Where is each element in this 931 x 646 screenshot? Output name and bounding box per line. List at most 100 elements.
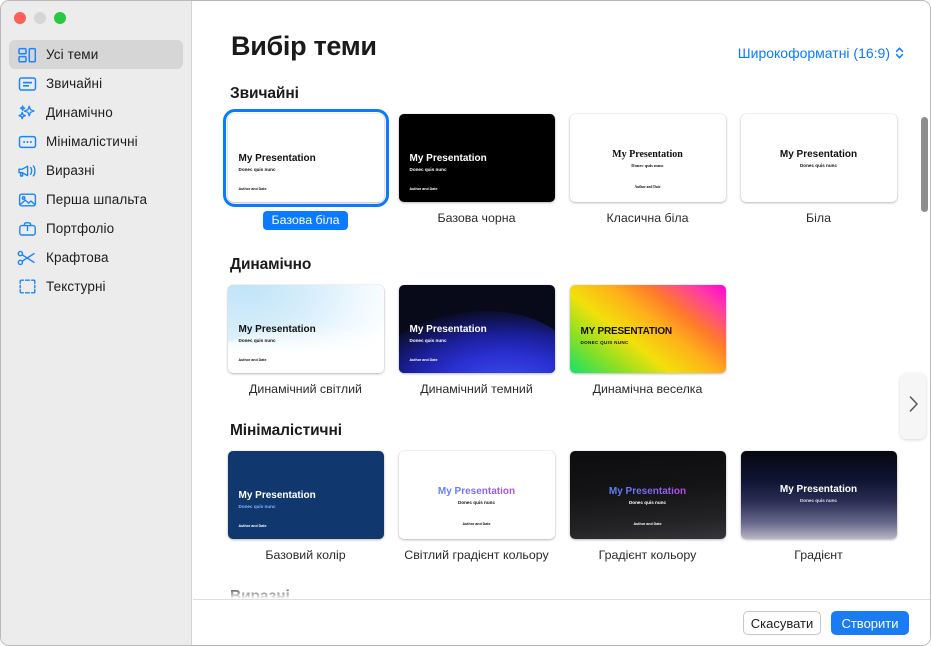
section-title: Звичайні [230,85,299,102]
theme-cell[interactable]: My Presentation Donec quis nunc Author a… [391,114,562,230]
sidebar-item-minimal[interactable]: Мінімалістичні [9,127,183,156]
megaphone-icon [17,161,37,181]
theme-cell[interactable]: My Presentation Donec quis nunc Author a… [562,451,733,562]
sidebar-item-all-themes[interactable]: Усі теми [9,40,183,69]
slide-preview: My Presentation Donec quis nunc Author a… [227,114,384,202]
slide-preview: My Presentation Donec quis nunc Author a… [569,114,726,202]
slide-author: Author and Date [633,522,662,526]
main-panel: Вибір теми Широкоформатні (16:9) Звичайн… [193,1,930,645]
sidebar-item-textured[interactable]: Текстурні [9,272,183,301]
slide-subtitle: Donec quis nunc [457,500,495,505]
theme-label: Класична біла [606,211,689,225]
theme-thumbnail[interactable]: My Presentation Donec quis nunc [740,114,897,202]
theme-thumbnail[interactable]: MY PRESENTATION Donec quis nunc [569,285,726,373]
slide-title: My Presentation [238,153,316,164]
theme-section: Динамічно My Presentation Donec quis nun… [193,256,930,396]
zoom-window-button[interactable] [54,12,66,24]
sidebar-item-label: Текстурні [46,279,106,294]
theme-cell[interactable]: My Presentation Donec quis nunc Author a… [391,285,562,396]
sidebar-category-list: Усі теми Звичайні Динамічно Мінімалістич… [9,40,183,301]
theme-thumbnail[interactable]: My Presentation Donec quis nunc Author a… [398,114,555,202]
chevron-right-icon [907,394,920,419]
footer-bar: Скасувати Створити [193,599,930,645]
sidebar-item-craft[interactable]: Крафтова [9,243,183,272]
sidebar-item-dynamic[interactable]: Динамічно [9,98,183,127]
scissors-icon [17,248,37,268]
sidebar-item-expressive[interactable]: Виразні [9,156,183,185]
theme-cell[interactable]: My Presentation Donec quis nunc Author a… [220,109,391,230]
create-button[interactable]: Створити [831,611,909,635]
aspect-ratio-popup-button[interactable]: Широкоформатні (16:9) [738,45,904,61]
slide-title: My Presentation [409,324,487,335]
theme-scroll-area[interactable]: Звичайні My Presentation Donec quis nunc… [193,83,930,599]
slide-author: Author and Date [238,524,267,528]
theme-chooser-window: Усі теми Звичайні Динамічно Мінімалістич… [0,0,931,646]
chevron-up-down-icon [895,46,904,60]
sidebar-item-label: Крафтова [46,250,109,265]
theme-cell[interactable]: My Presentation Donec quis nunc Author a… [220,451,391,562]
slide-author: Author and Date [462,522,491,526]
theme-section: Виразні [193,588,930,599]
theme-thumbnail[interactable]: My Presentation Donec quis nunc Author a… [398,451,555,539]
scrollbar-thumb[interactable] [921,117,928,212]
theme-label: Базова чорна [437,211,516,225]
sidebar-item-label: Звичайні [46,76,103,91]
theme-thumbnail-selected[interactable]: My Presentation Donec quis nunc Author a… [222,109,389,207]
window-traffic-lights [14,12,66,24]
theme-label: Градієнт кольору [598,548,697,562]
slide-author: Author and Date [238,187,267,191]
slide-preview: My Presentation Donec quis nunc Author a… [227,451,384,539]
close-window-button[interactable] [14,12,26,24]
slide-subtitle: Donec quis nunc [238,167,276,172]
slide-title: MY PRESENTATION [580,326,673,337]
theme-label: Базовий колір [265,548,346,562]
theme-section: Звичайні My Presentation Donec quis nunc… [193,85,930,230]
slide-title: My Presentation [409,153,487,164]
vertical-scrollbar[interactable] [920,87,929,595]
cancel-button[interactable]: Скасувати [743,611,821,635]
theme-thumbnail[interactable]: My Presentation Donec quis nunc Author a… [569,451,726,539]
section-title: Виразні [230,588,290,599]
section-title: Динамічно [230,256,312,273]
theme-thumbnail[interactable]: My Presentation Donec quis nunc [740,451,897,539]
slide-preview: My Presentation Donec quis nunc Author a… [398,285,555,373]
sidebar-item-portfolio[interactable]: Портфоліо [9,214,183,243]
sidebar-item-label: Перша шпальта [46,192,148,207]
sidebar-item-label: Портфоліо [46,221,115,236]
theme-label: Градієнт [794,548,843,562]
all-themes-icon [17,45,37,65]
slide-title: My Presentation [779,484,858,495]
slide-subtitle: Donec quis nunc [238,504,276,509]
theme-thumbnail[interactable]: My Presentation Donec quis nunc Author a… [227,451,384,539]
theme-section: Мінімалістичні My Presentation Donec qui… [193,422,930,562]
theme-cell[interactable]: MY PRESENTATION Donec quis nunc Динамічн… [562,285,733,396]
theme-label: Динамічний світлий [249,382,362,396]
section-title: Мінімалістичні [230,422,342,439]
theme-cell[interactable]: My Presentation Donec quis nunc Біла [733,114,904,230]
slide-title: My Presentation [612,149,683,160]
minimal-icon [17,132,37,152]
sidebar: Усі теми Звичайні Динамічно Мінімалістич… [1,1,192,645]
theme-cell[interactable]: My Presentation Donec quis nunc Author a… [391,451,562,562]
theme-cell[interactable]: My Presentation Donec quis nunc Градієнт [733,451,904,562]
theme-grid: My Presentation Donec quis nunc Author a… [193,109,930,230]
theme-thumbnail[interactable]: My Presentation Donec quis nunc Author a… [227,285,384,373]
slide-subtitle: Donec quis nunc [631,163,664,168]
aspect-ratio-label: Широкоформатні (16:9) [737,45,890,61]
slide-preview: My Presentation Donec quis nunc Author a… [398,451,555,539]
slide-preview: My Presentation Donec quis nunc Author a… [569,451,726,539]
slide-subtitle: Donec quis nunc [799,498,837,503]
sidebar-item-cover-page[interactable]: Перша шпальта [9,185,183,214]
theme-cell-empty [733,285,904,396]
minimize-window-button[interactable] [34,12,46,24]
slide-subtitle: Donec quis nunc [238,338,276,343]
theme-cell[interactable]: My Presentation Donec quis nunc Author a… [562,114,733,230]
theme-label: Динамічний темний [420,382,533,396]
theme-thumbnail[interactable]: My Presentation Donec quis nunc Author a… [398,285,555,373]
sidebar-item-basic[interactable]: Звичайні [9,69,183,98]
slide-author: Author and Date [409,187,438,191]
texture-icon [17,277,37,297]
slide-title: My Presentation [238,324,316,335]
theme-cell[interactable]: My Presentation Donec quis nunc Author a… [220,285,391,396]
theme-thumbnail[interactable]: My Presentation Donec quis nunc Author a… [569,114,726,202]
